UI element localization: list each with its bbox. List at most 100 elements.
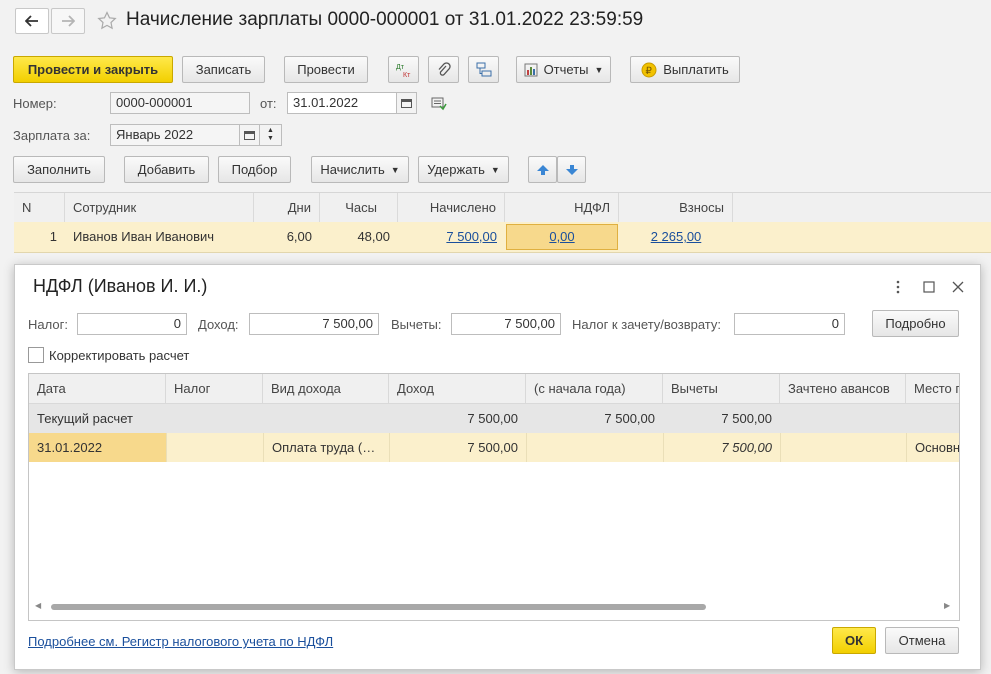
scroll-left-icon[interactable]: ◀: [35, 601, 41, 610]
move-up-button[interactable]: [528, 156, 557, 183]
pick-button[interactable]: Подбор: [218, 156, 291, 183]
col-n[interactable]: N: [14, 193, 65, 223]
number-label: Номер:: [13, 96, 57, 111]
arrow-left-icon: [25, 15, 38, 27]
current-calc-label: Текущий расчет: [37, 411, 133, 426]
chevron-down-icon: ▼: [490, 164, 500, 175]
move-down-button[interactable]: [557, 156, 586, 183]
add-button[interactable]: Добавить: [124, 156, 209, 183]
col-employee[interactable]: Сотрудник: [65, 193, 254, 223]
dt-kt-button[interactable]: Дт Кт: [388, 56, 419, 83]
forward-button[interactable]: [51, 8, 85, 34]
current-calc-ytd: 7 500,00: [604, 411, 655, 426]
attach-button[interactable]: [428, 56, 459, 83]
date-field[interactable]: 31.01.2022: [287, 92, 397, 114]
col-days[interactable]: Дни: [254, 193, 320, 223]
cell-n: 1: [49, 229, 57, 244]
period-calendar-button[interactable]: [240, 124, 260, 146]
tax-label: Налог:: [28, 317, 68, 332]
chevron-down-icon: ▼: [594, 64, 604, 75]
col-date[interactable]: Дата: [29, 374, 166, 404]
more-vertical-icon[interactable]: [894, 280, 902, 294]
current-calc-deductions: 7 500,00: [721, 411, 772, 426]
accrued-link[interactable]: 7 500,00: [446, 229, 497, 244]
cell-accrued[interactable]: 7 500,00: [398, 222, 505, 252]
structure-button[interactable]: [468, 56, 499, 83]
arrow-down-icon: [565, 164, 578, 175]
row-tax[interactable]: [166, 433, 263, 462]
number-field[interactable]: 0000-000001: [110, 92, 250, 114]
ok-button[interactable]: ОК: [832, 627, 876, 654]
col-deductions[interactable]: Вычеты: [663, 374, 780, 404]
close-icon[interactable]: [952, 281, 964, 293]
withhold-label: Удержать: [427, 162, 485, 177]
pay-button[interactable]: ₽ Выплатить: [630, 56, 740, 83]
hierarchy-icon: [476, 62, 491, 76]
dt-kt-icon: ДтКт: [396, 64, 411, 79]
date-label: от:: [260, 96, 277, 111]
correct-label: Корректировать расчет: [49, 348, 190, 363]
row-deductions[interactable]: 7 500,00: [663, 433, 780, 462]
note-comment-icon[interactable]: [431, 97, 447, 111]
scroll-right-icon[interactable]: ▶: [944, 601, 950, 610]
dialog-title: НДФЛ (Иванов И. И.): [33, 276, 208, 296]
col-hours[interactable]: Часы: [320, 193, 398, 223]
col-income-type[interactable]: Вид дохода: [263, 374, 389, 404]
period-spinner[interactable]: ▲ ▼: [260, 124, 282, 146]
fill-button[interactable]: Заполнить: [13, 156, 105, 183]
svg-text:₽: ₽: [646, 66, 653, 77]
col-tax[interactable]: Налог: [166, 374, 263, 404]
tax-field[interactable]: 0: [77, 313, 187, 335]
contributions-link[interactable]: 2 265,00: [651, 229, 702, 244]
ndfl-dialog: НДФЛ (Иванов И. И.) Налог: 0 Доход: 7 50…: [14, 264, 981, 670]
income-label: Доход:: [198, 317, 239, 332]
save-button[interactable]: Записать: [182, 56, 265, 83]
maximize-icon[interactable]: [923, 281, 935, 293]
post-button[interactable]: Провести: [284, 56, 368, 83]
cell-days: 6,00: [286, 229, 312, 244]
income-field[interactable]: 7 500,00: [249, 313, 379, 335]
ndfl-register-link[interactable]: Подробнее см. Регистр налогового учета п…: [28, 634, 333, 649]
post-and-close-button[interactable]: Провести и закрыть: [13, 56, 173, 83]
col-ndfl[interactable]: НДФЛ: [505, 193, 619, 223]
horizontal-scrollbar[interactable]: [51, 604, 706, 610]
reports-label: Отчеты: [543, 62, 589, 77]
details-button[interactable]: Подробно: [872, 310, 959, 337]
arrow-right-icon: [62, 15, 75, 27]
svg-text:Дт: Дт: [396, 64, 405, 71]
table-row[interactable]: 1 Иванов Иван Иванович 6,00 48,00 7 500,…: [14, 222, 991, 253]
cell-contributions[interactable]: 2 265,00: [619, 222, 733, 252]
pay-label: Выплатить: [663, 62, 729, 77]
cancel-button[interactable]: Отмена: [885, 627, 959, 654]
deductions-field[interactable]: 7 500,00: [451, 313, 561, 335]
withhold-button[interactable]: Удержать ▼: [418, 156, 509, 183]
row-advances[interactable]: [780, 433, 906, 462]
back-button[interactable]: [15, 8, 49, 34]
report-icon: [524, 63, 538, 76]
ndfl-link[interactable]: 0,00: [549, 229, 574, 244]
col-place[interactable]: Место п: [906, 374, 959, 404]
offset-field[interactable]: 0: [734, 313, 845, 335]
col-advances[interactable]: Зачтено авансов: [780, 374, 906, 404]
reports-button[interactable]: Отчеты ▼: [516, 56, 611, 83]
calendar-button[interactable]: [397, 92, 417, 114]
col-accrued[interactable]: Начислено: [398, 193, 505, 223]
ndfl-table: Дата Налог Вид дохода Доход (с начала го…: [28, 373, 960, 621]
salary-period-field[interactable]: Январь 2022: [110, 124, 240, 146]
row-income-type[interactable]: Оплата труда (…: [263, 433, 389, 462]
cell-ndfl[interactable]: 0,00: [506, 224, 618, 250]
spin-down-icon[interactable]: ▼: [267, 135, 274, 143]
row-date[interactable]: 31.01.2022: [29, 433, 166, 462]
correct-checkbox[interactable]: [28, 347, 44, 363]
star-icon[interactable]: [97, 11, 117, 31]
row-ytd[interactable]: [526, 433, 663, 462]
col-ytd[interactable]: (с начала года): [526, 374, 663, 404]
accrue-button[interactable]: Начислить ▼: [311, 156, 409, 183]
row-place[interactable]: Основн: [906, 433, 959, 462]
col-contributions[interactable]: Взносы: [619, 193, 733, 223]
current-calc-income: 7 500,00: [467, 411, 518, 426]
spin-up-icon[interactable]: ▲: [267, 127, 274, 135]
col-income[interactable]: Доход: [389, 374, 526, 404]
row-income[interactable]: 7 500,00: [389, 433, 526, 462]
window-title: Начисление зарплаты 0000-000001 от 31.01…: [126, 9, 644, 30]
